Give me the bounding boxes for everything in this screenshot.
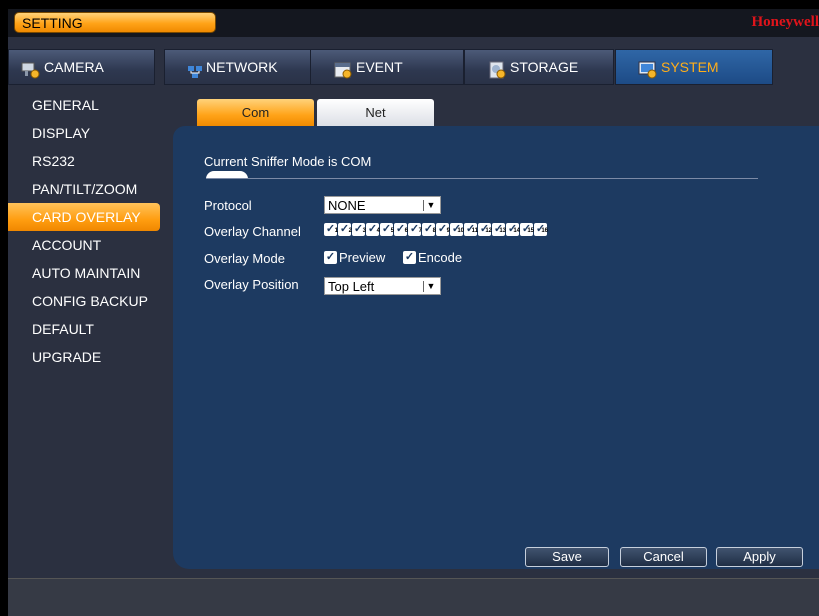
settings-window: SETTING Honeywell CAMERA NETWORK EVENT S…: [8, 9, 819, 616]
overlay-mode-encode[interactable]: ✓ Encode: [403, 250, 462, 265]
overlay-channel-checkbox-7[interactable]: ✓ 7: [408, 223, 422, 236]
protocol-select[interactable]: NONE ▼: [324, 196, 441, 214]
preview-label: Preview: [339, 250, 386, 265]
overlay-channel-checkbox-5[interactable]: ✓ 5: [380, 223, 394, 236]
channel-number: 16: [541, 228, 548, 234]
save-button[interactable]: Save: [525, 547, 609, 567]
overlay-channel-checkbox-11[interactable]: ✓ 11: [464, 223, 478, 236]
overlay-position-select[interactable]: Top Left ▼: [324, 277, 441, 295]
main-tabs: CAMERA NETWORK EVENT STORAGE SYSTEM: [8, 49, 819, 85]
camera-gear-icon: [21, 57, 41, 79]
overlay-channel-checkbox-15[interactable]: ✓ 15: [520, 223, 534, 236]
overlay-channel-checkbox-12[interactable]: ✓ 12: [478, 223, 492, 236]
overlay-position-value: Top Left: [328, 279, 375, 294]
sidebar-item-auto-maintain[interactable]: AUTO MAINTAIN: [8, 259, 168, 287]
sidebar-item-default[interactable]: DEFAULT: [8, 315, 168, 343]
overlay-channel-checkbox-2[interactable]: ✓ 2: [338, 223, 352, 236]
sniffer-status: Current Sniffer Mode is COM: [204, 154, 372, 169]
channel-number: 15: [527, 228, 534, 234]
sidebar: GENERAL DISPLAY RS232 PAN/TILT/ZOOM CARD…: [8, 91, 168, 371]
title-bar: SETTING Honeywell: [8, 9, 819, 37]
protocol-label: Protocol: [204, 198, 252, 213]
tab-network-label: NETWORK: [206, 59, 278, 75]
event-icon: [333, 57, 353, 79]
overlay-channel-checkbox-13[interactable]: ✓ 13: [492, 223, 506, 236]
divider: [206, 178, 758, 179]
tab-system[interactable]: SYSTEM: [615, 49, 773, 85]
overlay-channel-checkbox-14[interactable]: ✓ 14: [506, 223, 520, 236]
sidebar-item-pan-tilt-zoom[interactable]: PAN/TILT/ZOOM: [8, 175, 168, 203]
overlay-channel-label: Overlay Channel: [204, 224, 301, 239]
network-icon: [187, 57, 203, 78]
sidebar-item-upgrade[interactable]: UPGRADE: [8, 343, 168, 371]
tab-storage-label: STORAGE: [510, 59, 579, 75]
overlay-position-label: Overlay Position: [204, 277, 299, 292]
overlay-channel-checkbox-4[interactable]: ✓ 4: [366, 223, 380, 236]
overlay-channel-checkboxes: ✓ 1 ✓ 2 ✓ 3 ✓ 4 ✓ 5 ✓ 6 ✓ 7 ✓ 8 ✓ 9 ✓ 10 ✓ 11 ✓ 12 ✓ 13 ✓ 14 ✓ 15 ✓ 16: [324, 223, 548, 236]
overlay-channel-checkbox-6[interactable]: ✓ 6: [394, 223, 408, 236]
tab-event-label: EVENT: [356, 59, 403, 75]
chevron-down-icon: ▼: [423, 281, 438, 292]
brand-logo: Honeywell: [751, 14, 819, 30]
subtab-com[interactable]: Com: [197, 99, 314, 126]
tab-camera[interactable]: CAMERA: [8, 49, 155, 85]
storage-icon: [487, 57, 507, 79]
overlay-mode-label: Overlay Mode: [204, 251, 285, 266]
tab-camera-label: CAMERA: [44, 59, 104, 75]
tab-network[interactable]: NETWORK: [164, 49, 311, 85]
overlay-channel-checkbox-3[interactable]: ✓ 3: [352, 223, 366, 236]
card-overlay-panel: Current Sniffer Mode is COM Protocol NON…: [173, 126, 819, 569]
channel-number: 14: [513, 228, 520, 234]
channel-number: 12: [485, 228, 492, 234]
system-gear-icon: [638, 57, 658, 79]
window-title: SETTING: [14, 12, 216, 33]
channel-number: 10: [457, 228, 464, 234]
tab-system-label: SYSTEM: [661, 59, 719, 75]
encode-label: Encode: [418, 250, 463, 265]
overlay-channel-checkbox-16[interactable]: ✓ 16: [534, 223, 548, 236]
channel-number: 13: [499, 228, 506, 234]
sidebar-item-rs232[interactable]: RS232: [8, 147, 168, 175]
sidebar-item-general[interactable]: GENERAL: [8, 91, 168, 119]
subtab-net[interactable]: Net: [317, 99, 434, 126]
overlay-mode-preview[interactable]: ✓ Preview: [324, 250, 385, 265]
sidebar-item-card-overlay[interactable]: CARD OVERLAY: [8, 203, 160, 231]
overlay-channel-checkbox-8[interactable]: ✓ 8: [422, 223, 436, 236]
sidebar-item-account[interactable]: ACCOUNT: [8, 231, 168, 259]
overlay-channel-checkbox-1[interactable]: ✓ 1: [324, 223, 338, 236]
checkbox-checked-icon[interactable]: ✓: [324, 251, 337, 264]
checkbox-checked-icon[interactable]: ✓: [403, 251, 416, 264]
protocol-value: NONE: [328, 198, 366, 213]
overlay-channel-checkbox-9[interactable]: ✓ 9: [436, 223, 450, 236]
overlay-channel-checkbox-10[interactable]: ✓ 10: [450, 223, 464, 236]
status-bar: [8, 578, 819, 616]
tab-event[interactable]: EVENT: [310, 49, 464, 85]
chevron-down-icon: ▼: [423, 200, 438, 211]
cancel-button[interactable]: Cancel: [620, 547, 707, 567]
tab-storage[interactable]: STORAGE: [464, 49, 614, 85]
apply-button[interactable]: Apply: [716, 547, 803, 567]
sidebar-item-display[interactable]: DISPLAY: [8, 119, 168, 147]
sidebar-item-config-backup[interactable]: CONFIG BACKUP: [8, 287, 168, 315]
